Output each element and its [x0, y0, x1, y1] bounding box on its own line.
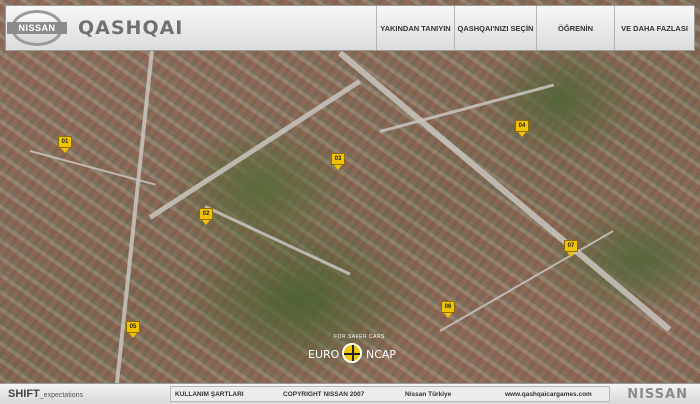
euroncap-arc-text: FOR SAFER CARS	[334, 334, 385, 340]
nissan-badge-icon: NISSAN	[7, 10, 67, 46]
nissan-turkiye-link[interactable]: Nissan Türkiye	[405, 391, 451, 398]
nissan-logo[interactable]: NISSAN	[6, 6, 68, 50]
footer-links: KULLANIM ŞARTLARI COPYRIGHT NISSAN 2007 …	[170, 386, 610, 402]
header-bar: NISSAN QASHQAI YAKINDAN TANIYIN QASHQAI'…	[5, 5, 695, 51]
nav-ogrenin[interactable]: ÖĞRENİN	[536, 6, 614, 50]
footer-bar: SHIFT_expectations KULLANIM ŞARTLARI COP…	[0, 383, 700, 404]
shift-text: SHIFT	[8, 388, 40, 400]
map-marker-05[interactable]: 05	[126, 321, 140, 338]
model-title: QASHQAI	[78, 17, 184, 39]
marker-label: 03	[331, 153, 345, 165]
euroncap-target-icon	[342, 343, 362, 363]
euroncap-right-text: NCAP	[366, 348, 397, 361]
marker-label: 05	[126, 321, 140, 333]
nav-qashqainizi-secin[interactable]: QASHQAI'NIZI SEÇİN	[454, 6, 536, 50]
marker-label: 07	[564, 240, 578, 252]
shift-expectations-logo: SHIFT_expectations	[8, 388, 168, 400]
shift-suffix-text: _expectations	[39, 392, 83, 399]
euroncap-logo[interactable]: FOR SAFER CARS EURO NCAP	[308, 334, 424, 370]
aerial-map[interactable]: 01 02 03 04 05 06 07 FOR SAFER CARS EURO…	[0, 0, 700, 404]
nav-yakindan-taniyin[interactable]: YAKINDAN TANIYIN	[376, 6, 454, 50]
marker-label: 02	[199, 208, 213, 220]
euroncap-left-text: EURO	[308, 348, 340, 361]
map-marker-02[interactable]: 02	[199, 208, 213, 225]
map-marker-06[interactable]: 06	[441, 301, 455, 318]
footer-nissan-logo[interactable]: NISSAN	[627, 387, 688, 402]
nav-ve-daha-fazlasi[interactable]: VE DAHA FAZLASI	[614, 6, 694, 50]
map-marker-03[interactable]: 03	[331, 153, 345, 170]
marker-label: 06	[441, 301, 455, 313]
main-nav: YAKINDAN TANIYIN QASHQAI'NIZI SEÇİN ÖĞRE…	[376, 6, 694, 50]
marker-label: 04	[515, 120, 529, 132]
brand-text: NISSAN	[7, 22, 67, 34]
terms-link[interactable]: KULLANIM ŞARTLARI	[175, 391, 244, 398]
copyright-text: COPYRIGHT NISSAN 2007	[283, 390, 365, 398]
marker-label: 01	[58, 136, 72, 148]
map-marker-07[interactable]: 07	[564, 240, 578, 257]
website-link[interactable]: www.qashqaicargames.com	[505, 391, 592, 398]
map-marker-04[interactable]: 04	[515, 120, 529, 137]
map-marker-01[interactable]: 01	[58, 136, 72, 153]
